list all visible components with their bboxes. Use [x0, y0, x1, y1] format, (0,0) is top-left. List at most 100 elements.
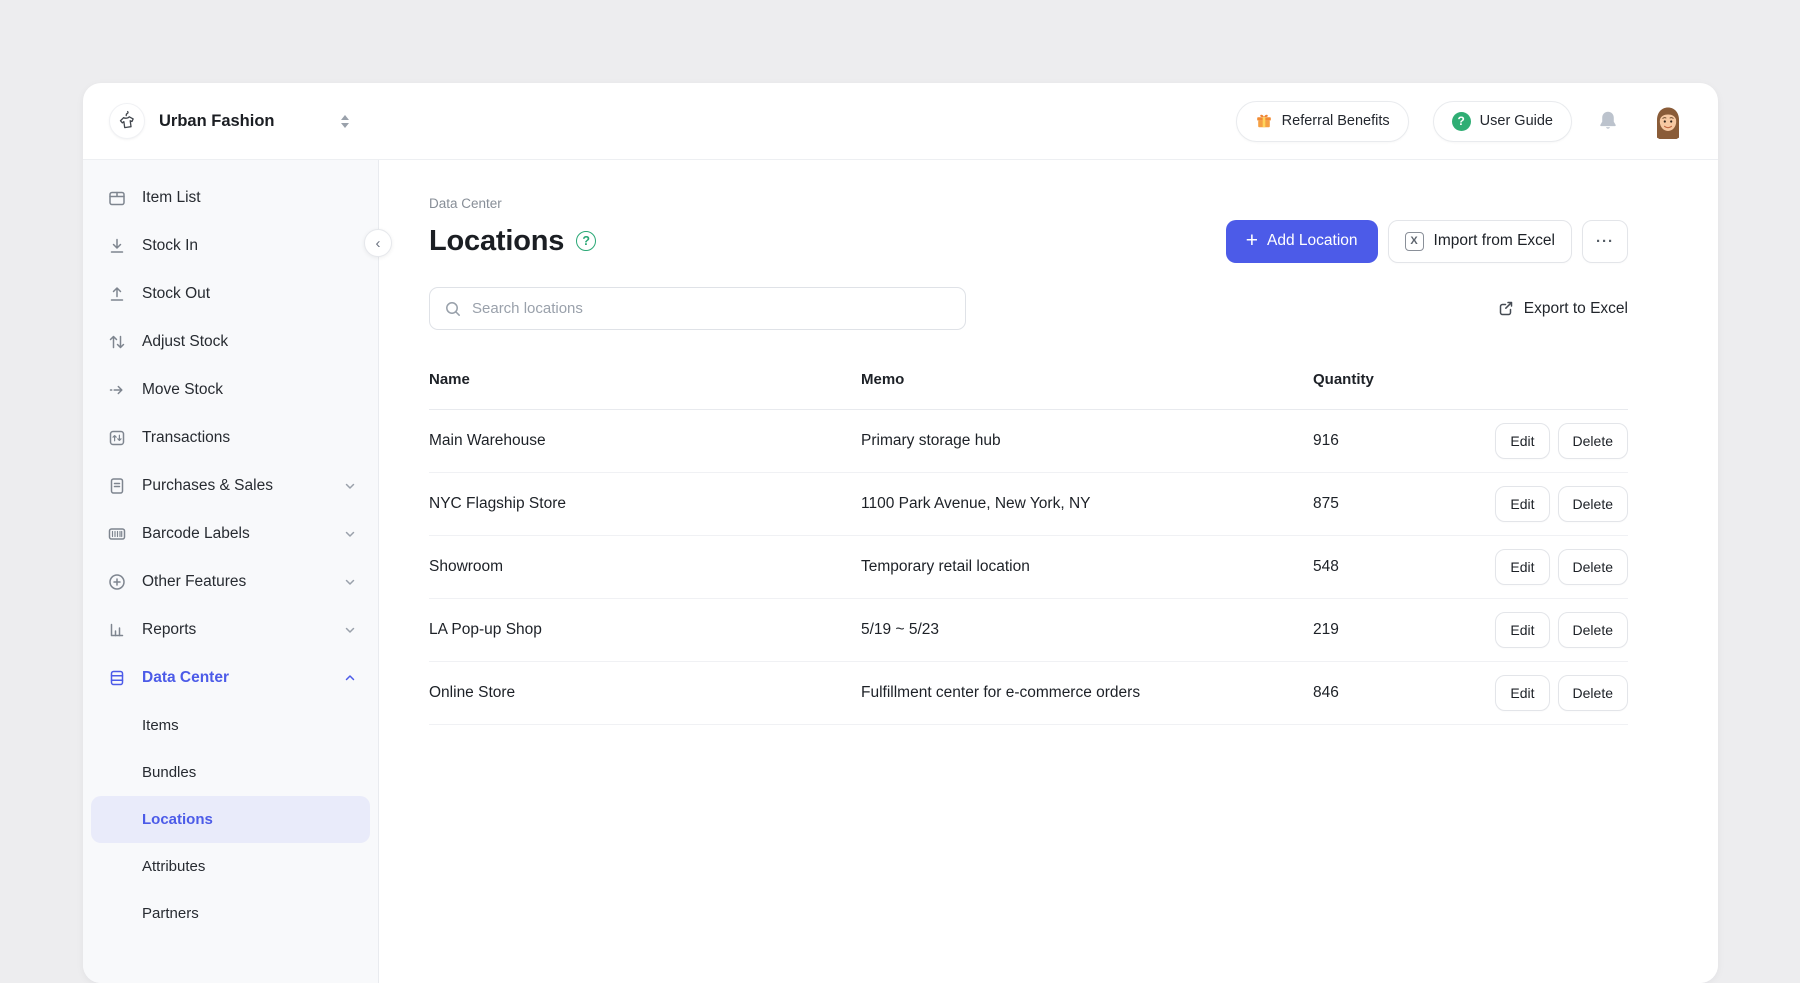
help-icon[interactable]: ? [576, 231, 596, 251]
more-options-button[interactable]: ··· [1582, 220, 1628, 263]
gift-icon [1255, 112, 1273, 130]
sidebar-item-label: Purchases & Sales [142, 477, 273, 495]
delete-button[interactable]: Delete [1558, 486, 1628, 522]
delete-button[interactable]: Delete [1558, 675, 1628, 711]
export-to-excel-button[interactable]: Export to Excel [1496, 299, 1628, 318]
sidebar-item-stock-in[interactable]: Stock In [83, 222, 378, 270]
export-icon [1496, 299, 1515, 318]
sidebar-item-reports[interactable]: Reports [83, 606, 378, 654]
column-header-quantity: Quantity [1313, 371, 1488, 388]
sidebar-item-label: Stock In [142, 237, 198, 255]
sidebar-subitem-bundles[interactable]: Bundles [91, 749, 370, 796]
table-row: Showroom Temporary retail location 548 E… [429, 536, 1628, 599]
cell-name: Main Warehouse [429, 432, 861, 450]
add-location-button[interactable]: + Add Location [1226, 220, 1378, 263]
sidebar-item-label: Move Stock [142, 381, 223, 399]
import-from-excel-button[interactable]: X Import from Excel [1388, 220, 1572, 263]
cell-name: Online Store [429, 684, 861, 702]
sidebar-item-barcode-labels[interactable]: Barcode Labels [83, 510, 378, 558]
cell-quantity: 875 [1313, 495, 1488, 513]
user-guide-button[interactable]: ? User Guide [1433, 101, 1572, 142]
sidebar-item-label: Adjust Stock [142, 333, 228, 351]
barcode-icon [107, 524, 127, 544]
transactions-icon [107, 428, 127, 448]
sidebar-subitem-partners[interactable]: Partners [91, 890, 370, 937]
column-header-name: Name [429, 371, 861, 388]
sidebar-item-adjust-stock[interactable]: Adjust Stock [83, 318, 378, 366]
cell-quantity: 916 [1313, 432, 1488, 450]
chevron-down-icon [344, 624, 356, 636]
cell-memo: 5/19 ~ 5/23 [861, 621, 1313, 639]
notifications-button[interactable] [1596, 109, 1620, 133]
table-row: Online Store Fulfillment center for e-co… [429, 662, 1628, 725]
sidebar-subitem-label: Bundles [142, 764, 196, 781]
search-input[interactable] [472, 300, 951, 317]
delete-button[interactable]: Delete [1558, 549, 1628, 585]
excel-x-icon: X [1405, 232, 1424, 251]
sidebar-item-label: Other Features [142, 573, 246, 591]
sidebar-item-other-features[interactable]: Other Features [83, 558, 378, 606]
table-row: Main Warehouse Primary storage hub 916 E… [429, 410, 1628, 473]
sidebar-collapse-button[interactable]: ‹ [364, 229, 392, 257]
edit-button[interactable]: Edit [1495, 675, 1549, 711]
cell-quantity: 548 [1313, 558, 1488, 576]
user-guide-label: User Guide [1480, 113, 1553, 129]
arrows-up-down-icon [107, 332, 127, 352]
referral-benefits-button[interactable]: Referral Benefits [1236, 101, 1409, 142]
shirt-hanger-icon [116, 110, 138, 132]
delete-button[interactable]: Delete [1558, 612, 1628, 648]
sidebar-subitem-attributes[interactable]: Attributes [91, 843, 370, 890]
sidebar-item-purchases-sales[interactable]: Purchases & Sales [83, 462, 378, 510]
sidebar-item-label: Data Center [142, 669, 229, 687]
edit-button[interactable]: Edit [1495, 423, 1549, 459]
edit-button[interactable]: Edit [1495, 612, 1549, 648]
package-icon [107, 188, 127, 208]
edit-button[interactable]: Edit [1495, 549, 1549, 585]
document-icon [107, 476, 127, 496]
table-row: NYC Flagship Store 1100 Park Avenue, New… [429, 473, 1628, 536]
add-location-label: Add Location [1267, 232, 1358, 250]
sidebar-item-stock-out[interactable]: Stock Out [83, 270, 378, 318]
sidebar-subitem-label: Attributes [142, 858, 205, 875]
chevron-down-icon [344, 480, 356, 492]
sidebar-item-label: Item List [142, 189, 201, 207]
workspace-name: Urban Fashion [159, 112, 275, 131]
cell-memo: Fulfillment center for e-commerce orders [861, 684, 1313, 702]
table-row: LA Pop-up Shop 5/19 ~ 5/23 219 Edit Dele… [429, 599, 1628, 662]
chevron-down-icon [344, 576, 356, 588]
bell-icon [1596, 109, 1620, 133]
app-window: Urban Fashion Referral Benefits ? User G… [83, 83, 1718, 983]
workspace-switcher[interactable]: Urban Fashion [109, 103, 349, 139]
sidebar-item-transactions[interactable]: Transactions [83, 414, 378, 462]
search-icon [444, 300, 462, 318]
user-avatar[interactable] [1648, 101, 1688, 141]
edit-button[interactable]: Edit [1495, 486, 1549, 522]
delete-button[interactable]: Delete [1558, 423, 1628, 459]
sidebar-item-move-stock[interactable]: Move Stock [83, 366, 378, 414]
cell-memo: Primary storage hub [861, 432, 1313, 450]
column-header-memo: Memo [861, 371, 1313, 388]
cell-memo: 1100 Park Avenue, New York, NY [861, 495, 1313, 513]
cell-name: Showroom [429, 558, 861, 576]
database-icon [107, 668, 127, 688]
sidebar-item-item-list[interactable]: Item List [83, 174, 378, 222]
sidebar-item-data-center[interactable]: Data Center [83, 654, 378, 702]
sidebar-item-label: Stock Out [142, 285, 210, 303]
table-header: Name Memo Quantity [429, 330, 1628, 410]
cell-quantity: 219 [1313, 621, 1488, 639]
sidebar-item-label: Reports [142, 621, 196, 639]
arrow-up-tray-icon [107, 284, 127, 304]
bar-chart-icon [107, 620, 127, 640]
sidebar-subitem-items[interactable]: Items [91, 702, 370, 749]
plus-circle-icon [107, 572, 127, 592]
plus-icon: + [1246, 230, 1258, 251]
sidebar-subitem-locations[interactable]: Locations [91, 796, 370, 843]
question-circle-icon: ? [1452, 112, 1471, 131]
locations-table: Name Memo Quantity Main Warehouse Primar… [429, 330, 1628, 725]
sidebar-subitem-label: Partners [142, 905, 199, 922]
workspace-select-caret-icon[interactable] [341, 115, 349, 128]
breadcrumb: Data Center [429, 196, 1628, 211]
ellipsis-icon: ··· [1596, 233, 1614, 250]
chevron-left-icon: ‹ [376, 236, 381, 251]
page-actions: + Add Location X Import from Excel ··· [1226, 220, 1628, 263]
